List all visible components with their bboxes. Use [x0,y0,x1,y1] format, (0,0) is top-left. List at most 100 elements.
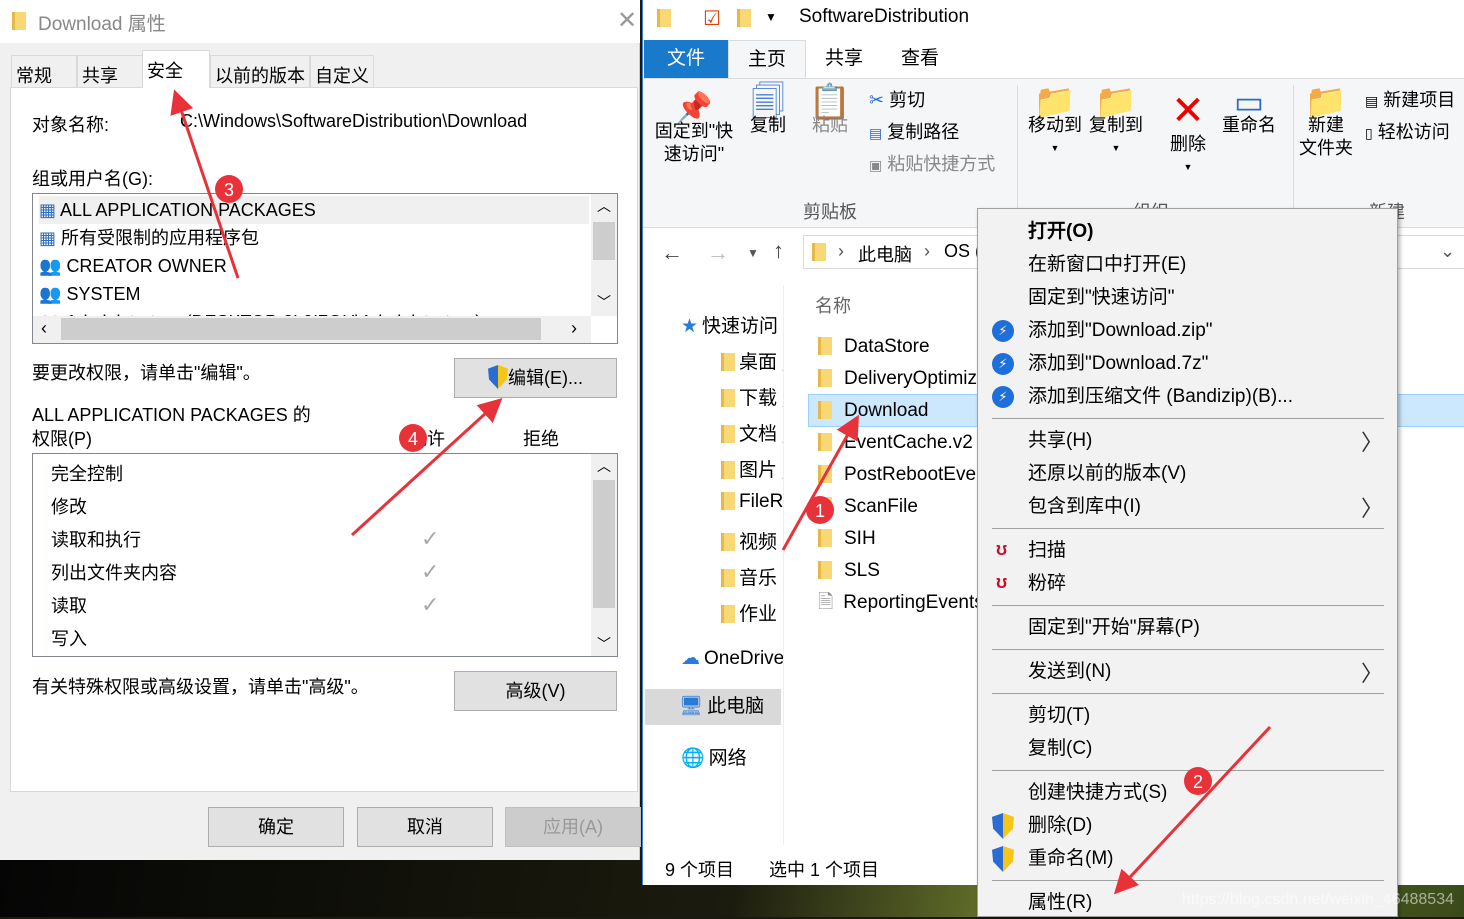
file-item[interactable]: EventCache.v2 [818,427,978,459]
folder-icon [721,425,735,443]
paste-button[interactable]: 📋 粘贴 [805,85,855,137]
cancel-button[interactable]: 取消 [357,807,493,847]
menu-item[interactable]: 添加到压缩文件 (Bandizip)(B)... [1028,380,1388,413]
tab-general[interactable]: 常规 [11,55,77,88]
tab-security[interactable]: 安全 [142,50,210,88]
menu-item[interactable]: 删除(D) [1028,809,1388,842]
nav-item-label: 音乐 [739,568,778,589]
ok-button[interactable]: 确定 [208,807,344,847]
nav-item[interactable]: 图片📌 [721,455,783,482]
bandizip-icon: ⚡ [992,353,1014,375]
properties-quick-icon[interactable]: ☑ [703,6,721,31]
nav-item[interactable]: 下载📌 [721,383,783,410]
tab-previous-versions[interactable]: 以前的版本 [210,55,310,88]
bandizip-icon: ⚡ [992,386,1014,408]
nav-item-label: 视频 [739,532,778,553]
menu-separator [992,418,1384,419]
menu-item[interactable]: 创建快捷方式(S) [1028,776,1388,809]
nav-item[interactable]: 桌面📌 [721,347,783,374]
user-item[interactable]: 👥 CREATOR OWNER [39,252,227,280]
file-item[interactable]: SIH [818,523,978,555]
nav-item-label: 文档 [739,424,778,445]
new-folder-button[interactable]: 📁 新建 文件夹 [1299,85,1353,160]
address-dropdown-icon[interactable]: ⌄ [1440,241,1455,262]
nav-item-label: 网络 [708,748,747,769]
easy-access-button[interactable]: ▯ 轻松访问 [1365,121,1450,145]
file-item[interactable]: ScanFile [818,491,978,523]
user-item[interactable]: 👥 SYSTEM [39,280,140,308]
menu-item[interactable]: 添加到"Download.7z" [1028,347,1388,380]
file-item[interactable]: DeliveryOptimization [818,363,978,395]
nav-item[interactable]: ☁ OneDrive [681,647,783,670]
tab-sharing[interactable]: 共享 [77,55,143,88]
menu-item[interactable]: 复制(C) [1028,732,1388,765]
nav-item[interactable]: 文档📌 [721,419,783,446]
vertical-scrollbar[interactable]: ︿ ﹀ [591,454,617,656]
back-icon[interactable]: ← [661,240,683,266]
file-item[interactable]: DataStore [818,331,978,363]
nav-item[interactable]: 🌐 网络 [681,743,783,770]
vertical-scrollbar[interactable]: ︿ ﹀ [591,194,617,316]
chevron-right-icon: 〉 [1360,430,1383,455]
menu-item[interactable]: 还原以前的版本(V) [1028,457,1388,490]
apply-button[interactable]: 应用(A) [505,807,641,847]
close-icon[interactable]: ✕ [617,6,637,35]
menu-item[interactable]: 共享(H) [1028,424,1388,457]
new-folder-quick-icon[interactable] [737,9,751,27]
up-icon[interactable]: ↑ [773,238,784,264]
tab-home[interactable]: 主页 [728,40,806,78]
edit-button[interactable]: 编辑(E)... [454,358,617,398]
file-name: SLS [844,560,880,581]
menu-item[interactable]: 粉碎 [1028,567,1388,600]
menu-item[interactable]: 重命名(M) [1028,842,1388,875]
new-item-button[interactable]: ▤ 新建项目 [1365,89,1455,113]
horizontal-scrollbar[interactable]: ‹ › [33,316,591,343]
nav-item[interactable]: FileRec [721,491,783,513]
file-item[interactable]: 🗎 ReportingEvents.log [818,587,978,619]
advanced-button[interactable]: 高级(V) [454,671,617,711]
delete-button[interactable]: ✕ 删除 ▼ [1163,89,1213,179]
recent-dropdown-icon[interactable]: ▼ [747,246,759,260]
nav-item[interactable]: 音乐 [721,563,783,590]
rename-button[interactable]: ▭ 重命名 [1219,86,1279,137]
forward-icon[interactable]: → [707,240,729,266]
file-item[interactable]: PostRebootEventCache.V2 [818,459,978,491]
quick-access-dropdown-icon[interactable]: ▼ [765,10,777,24]
menu-item[interactable]: 固定到"快速访问" [1028,281,1388,314]
user-list[interactable]: ▦ ALL APPLICATION PACKAGES ▦ 所有受限制的应用程序包… [32,193,618,344]
mcafee-icon: ʊ [996,539,1008,559]
nav-item[interactable]: 视频 [721,527,783,554]
tab-share[interactable]: 共享 [806,40,882,78]
nav-item[interactable]: 作业 [721,599,783,626]
move-to-button[interactable]: 📁 移动到 ▼ [1025,85,1085,160]
paste-shortcut-button[interactable]: ▣ 粘贴快捷方式 [869,153,995,177]
folder-icon [818,465,832,483]
cut-button[interactable]: ✂ 剪切 [869,89,925,112]
uac-shield-icon [488,365,508,389]
menu-item[interactable]: 在新窗口中打开(E) [1028,248,1388,281]
breadcrumb-this-pc[interactable]: 此电脑 [858,241,912,267]
user-item[interactable]: ▦ 所有受限制的应用程序包 [39,224,259,252]
nav-item[interactable]: ★ 快速访问 [681,311,783,338]
menu-item[interactable]: 包含到库中(I) [1028,490,1388,523]
copy-button[interactable]: 🗐 复制 [743,85,793,137]
file-item[interactable]: SLS [818,555,978,587]
menu-item[interactable]: 打开(O) [1028,215,1388,248]
tab-file[interactable]: 文件 [644,40,728,78]
folder-icon [721,461,735,479]
user-item[interactable]: ▦ ALL APPLICATION PACKAGES [39,196,589,224]
menu-item[interactable]: 扫描 [1028,534,1388,567]
menu-item[interactable]: 剪切(T) [1028,699,1388,732]
pin-quick-access-button[interactable]: 📌 固定到"快 速访问" [653,94,735,166]
tab-view[interactable]: 查看 [882,40,958,78]
column-header-name[interactable]: 名称 [815,292,851,318]
nav-item[interactable]: 🖥 此电脑 [645,689,781,725]
copy-path-button[interactable]: ▤ 复制路径 [869,121,959,145]
menu-item[interactable]: 发送到(N) [1028,655,1388,688]
breadcrumb-drive[interactable]: OS ( [944,241,981,262]
tab-customize[interactable]: 自定义 [310,55,374,88]
menu-item[interactable]: 固定到"开始"屏幕(P) [1028,611,1388,644]
menu-item[interactable]: 添加到"Download.zip" [1028,314,1388,347]
file-item[interactable]: Download [818,395,978,427]
copy-to-button[interactable]: 📁 复制到 ▼ [1086,85,1146,160]
